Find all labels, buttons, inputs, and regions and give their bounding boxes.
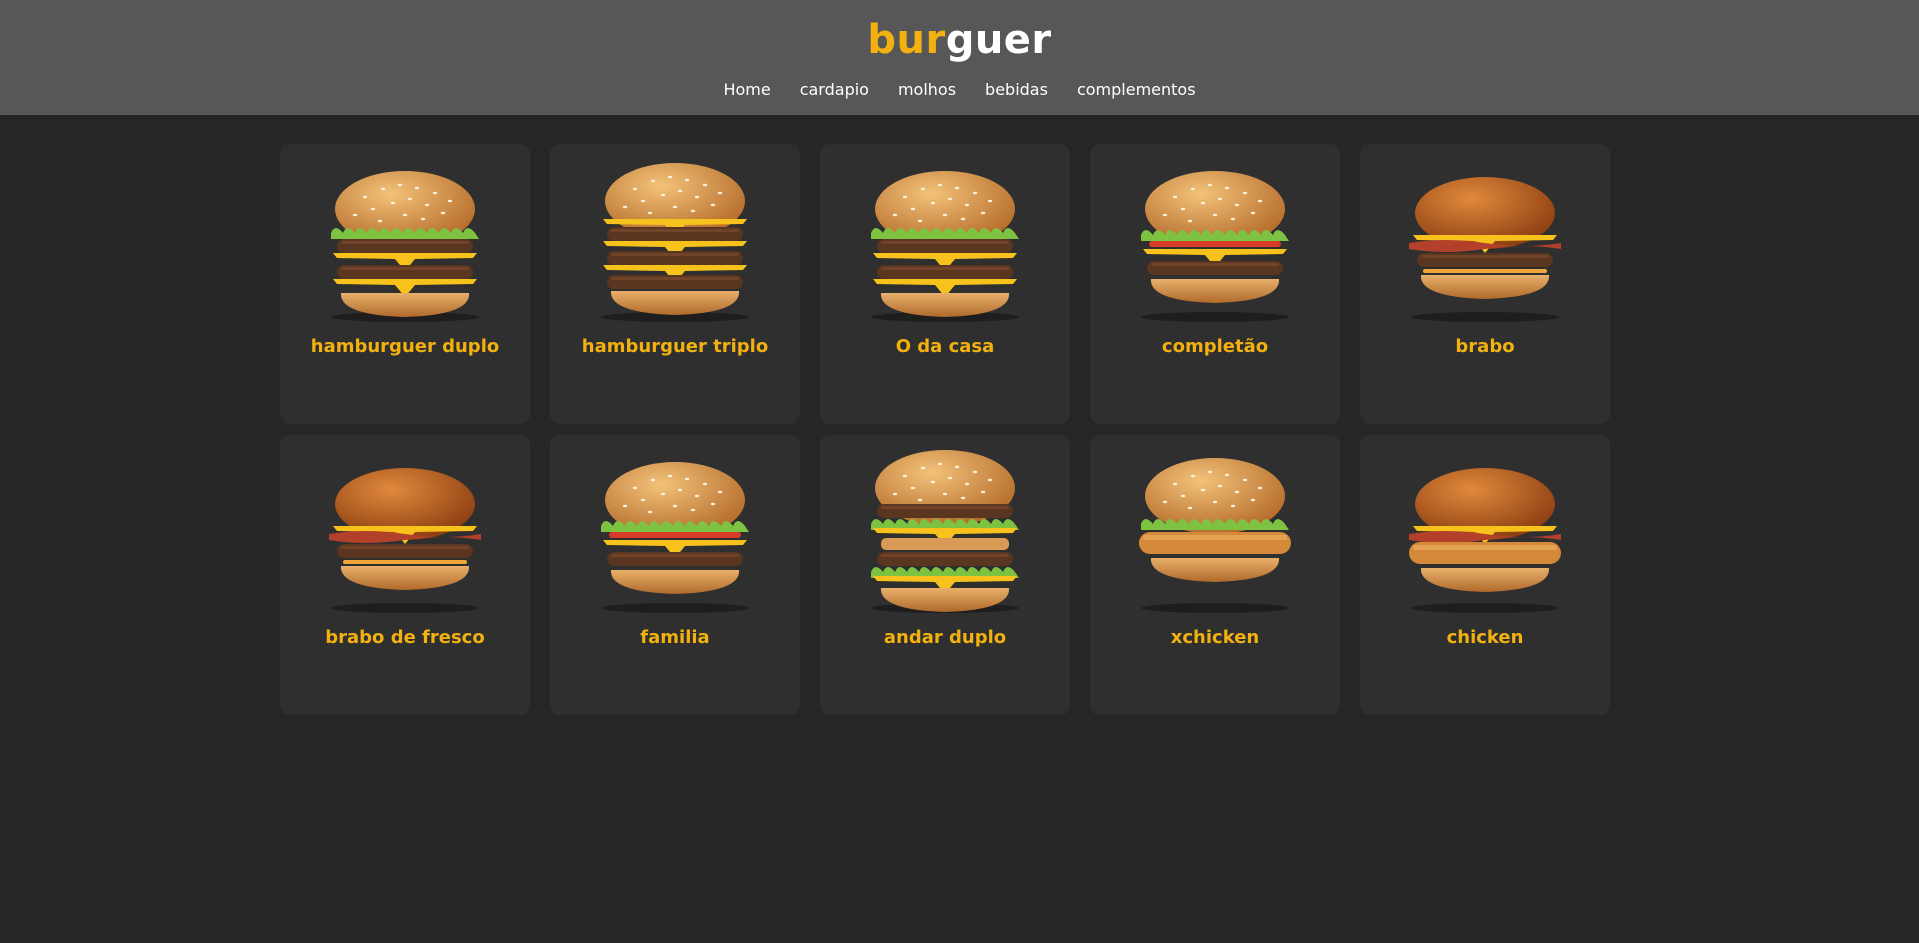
- product-grid: hamburguer duplo hamburguer triplo O da …: [280, 144, 1610, 715]
- product-card[interactable]: hamburguer duplo: [280, 144, 530, 424]
- product-name: xchicken: [1170, 627, 1260, 648]
- product-card[interactable]: chicken: [1360, 435, 1610, 715]
- product-name: andar duplo: [883, 627, 1007, 648]
- product-card[interactable]: hamburguer triplo: [550, 144, 800, 424]
- nav-link-home[interactable]: Home: [723, 80, 770, 99]
- product-card[interactable]: familia: [550, 435, 800, 715]
- product-name: hamburguer duplo: [310, 336, 500, 357]
- burger-image: [840, 440, 1050, 615]
- site-header: burguer Home cardapio molhos bebidas com…: [0, 0, 1919, 115]
- main-nav: Home cardapio molhos bebidas complemento…: [723, 80, 1195, 99]
- product-name: completão: [1161, 336, 1269, 357]
- product-name: chicken: [1446, 627, 1524, 648]
- product-card[interactable]: brabo de fresco: [280, 435, 530, 715]
- burger-image: [300, 440, 510, 615]
- nav-link-molhos[interactable]: molhos: [898, 80, 956, 99]
- product-name: O da casa: [895, 336, 995, 357]
- burger-image: [1110, 440, 1320, 615]
- product-card[interactable]: xchicken: [1090, 435, 1340, 715]
- product-name: hamburguer triplo: [581, 336, 769, 357]
- burger-image: [300, 149, 510, 324]
- product-name: brabo de fresco: [325, 627, 485, 648]
- brand-logo[interactable]: burguer: [867, 16, 1051, 64]
- product-card[interactable]: completão: [1090, 144, 1340, 424]
- product-card[interactable]: O da casa: [820, 144, 1070, 424]
- burger-image: [570, 440, 780, 615]
- product-name: brabo: [1455, 336, 1515, 357]
- burger-image: [1110, 149, 1320, 324]
- nav-link-cardapio[interactable]: cardapio: [800, 80, 869, 99]
- burger-image: [1380, 149, 1590, 324]
- logo-part-1: bur: [867, 17, 946, 63]
- logo-part-2: guer: [945, 17, 1052, 63]
- burger-image: [840, 149, 1050, 324]
- product-card[interactable]: brabo: [1360, 144, 1610, 424]
- burger-image: [1380, 440, 1590, 615]
- product-name: familia: [640, 627, 710, 648]
- burger-image: [570, 149, 780, 324]
- product-card[interactable]: andar duplo: [820, 435, 1070, 715]
- nav-link-complementos[interactable]: complementos: [1077, 80, 1196, 99]
- nav-link-bebidas[interactable]: bebidas: [985, 80, 1048, 99]
